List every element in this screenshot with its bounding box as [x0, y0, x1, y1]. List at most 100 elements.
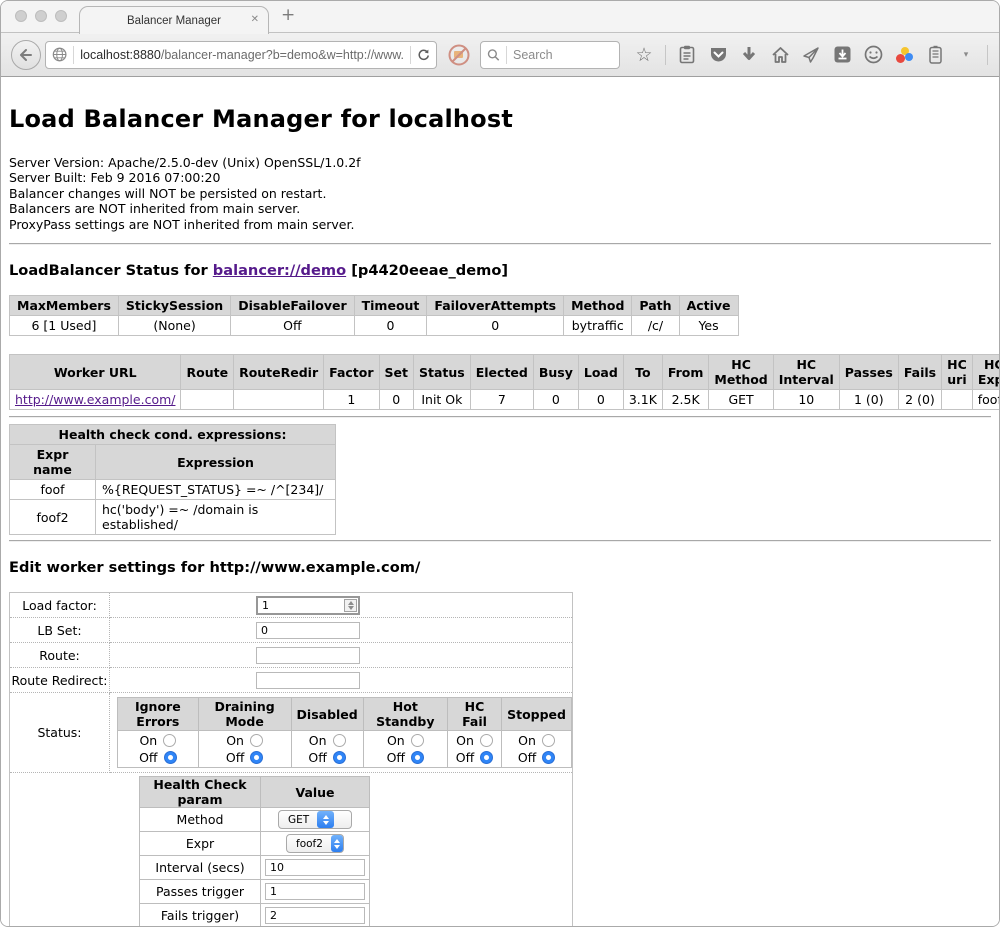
col-health-check-param: Health Check param: [140, 777, 261, 808]
off-label: Off: [518, 750, 536, 765]
passes-input[interactable]: [265, 883, 365, 900]
status-draining-mode-on-radio[interactable]: [250, 734, 263, 747]
interval-input[interactable]: [265, 859, 365, 876]
hc-row-fails: Fails trigger): [140, 904, 370, 927]
status-table: Ignore Errors Draining Mode Disabled Hot…: [117, 697, 572, 768]
battery-icon[interactable]: [925, 44, 945, 66]
method-label: Method: [140, 808, 261, 832]
status-header-row: Ignore Errors Draining Mode Disabled Hot…: [118, 698, 572, 731]
status-ignore-errors-off-radio[interactable]: [164, 751, 177, 764]
url-path: /balancer-manager?b=demo&w=http://www.ex…: [161, 48, 404, 62]
cell-active: Yes: [679, 316, 738, 336]
on-label: On: [226, 733, 244, 748]
expr-cell: foof2: [261, 832, 370, 856]
status-hot-standby-on-radio[interactable]: [411, 734, 424, 747]
url-input[interactable]: localhost:8880/balancer-manager?b=demo&w…: [80, 48, 403, 62]
hc-row-interval: Interval (secs): [140, 856, 370, 880]
minimize-window-button[interactable]: [35, 10, 47, 22]
server-info: Server Version: Apache/2.5.0-dev (Unix) …: [9, 155, 991, 232]
lb-set-cell: [110, 618, 573, 643]
fails-input[interactable]: [265, 907, 365, 924]
status-ignore-errors-on-radio[interactable]: [163, 734, 176, 747]
cell-method: bytraffic: [564, 316, 632, 336]
hc-header-row: Health Check param Value: [140, 777, 370, 808]
method-select[interactable]: GET: [278, 810, 352, 829]
col-value: Value: [261, 777, 370, 808]
worker-url-link[interactable]: http://www.example.com/: [15, 392, 175, 407]
content-blocker-button[interactable]: [447, 43, 471, 67]
fails-label: Fails trigger): [140, 904, 261, 927]
cell-expr-name: foof2: [10, 500, 96, 535]
col-hc-interval: HC Interval: [773, 355, 839, 390]
search-bar[interactable]: [480, 41, 620, 69]
section-divider: [9, 416, 991, 418]
off-label: Off: [226, 750, 244, 765]
back-button[interactable]: [11, 40, 41, 70]
route-redirect-cell: [110, 668, 573, 693]
status-stopped-off-radio[interactable]: [542, 751, 555, 764]
col-status: Status: [414, 355, 471, 390]
send-plane-icon[interactable]: [801, 44, 821, 66]
status-hc-fail-off-radio[interactable]: [480, 751, 493, 764]
balancer-link[interactable]: balancer://demo: [213, 262, 346, 279]
status-disabled-off-radio[interactable]: [333, 751, 346, 764]
zoom-window-button[interactable]: [55, 10, 67, 22]
cell-hc-method: GET: [709, 390, 773, 410]
passes-cell: [261, 880, 370, 904]
feedback-smiley-icon[interactable]: [863, 44, 883, 66]
download-arrow-icon[interactable]: [739, 44, 759, 66]
cell-set: 0: [379, 390, 413, 410]
section-divider: [9, 243, 991, 245]
search-icon: [487, 48, 500, 62]
bookmark-star-icon[interactable]: ☆: [634, 44, 654, 66]
status-disabled-on-radio[interactable]: [333, 734, 346, 747]
search-input[interactable]: [513, 48, 613, 62]
on-label: On: [139, 733, 157, 748]
status-stopped-on-radio[interactable]: [542, 734, 555, 747]
cell-timeout: 0: [354, 316, 427, 336]
status-label: Status:: [10, 693, 110, 773]
col-stickysession: StickySession: [118, 296, 230, 316]
number-spinner-icon[interactable]: [344, 599, 357, 612]
expr-selected-value: foof2: [296, 838, 323, 850]
colored-dots-icon[interactable]: [894, 44, 914, 66]
route-redirect-input[interactable]: [256, 672, 360, 689]
expr-select[interactable]: foof2: [286, 834, 344, 853]
col-stopped: Stopped: [502, 698, 572, 731]
pocket-icon[interactable]: [708, 44, 728, 66]
cell-routeredir: [234, 390, 324, 410]
status-hc-fail-on-radio[interactable]: [480, 734, 493, 747]
cell-expr-name: foof: [10, 480, 96, 500]
status-cell: Ignore Errors Draining Mode Disabled Hot…: [110, 693, 573, 773]
table-title-row: Health check cond. expressions:: [10, 425, 336, 445]
url-bar[interactable]: localhost:8880/balancer-manager?b=demo&w…: [45, 41, 437, 69]
col-ignore-errors: Ignore Errors: [118, 698, 199, 731]
overflow-caret-icon[interactable]: ▾: [956, 44, 976, 66]
download-box-icon[interactable]: [832, 44, 852, 66]
clipboard-icon[interactable]: [677, 44, 697, 66]
page-content: Load Balancer Manager for localhost Serv…: [1, 77, 999, 927]
balancer-heading-suffix: [p4420eeae_demo]: [346, 262, 508, 279]
cell-failoverattempts: 0: [427, 316, 564, 336]
col-route: Route: [181, 355, 234, 390]
expr-label: Expr: [140, 832, 261, 856]
load-factor-label: Load factor:: [10, 593, 110, 618]
status-draining-mode-off-radio[interactable]: [250, 751, 263, 764]
col-busy: Busy: [533, 355, 578, 390]
tab-close-icon[interactable]: ✕: [251, 14, 259, 25]
reload-icon[interactable]: [417, 47, 430, 63]
load-factor-cell: [110, 593, 573, 618]
lb-set-input[interactable]: [256, 622, 360, 639]
select-arrows-icon: [331, 835, 343, 852]
route-input[interactable]: [256, 647, 360, 664]
status-hot-standby-off-radio[interactable]: [411, 751, 424, 764]
new-tab-button[interactable]: +: [281, 5, 295, 25]
cell-expression: %{REQUEST_STATUS} =~ /^[234]/: [96, 480, 336, 500]
home-icon[interactable]: [770, 44, 790, 66]
close-window-button[interactable]: [15, 10, 27, 22]
table-row: http://www.example.com/ 1 0 Init Ok 7 0 …: [10, 390, 1000, 410]
tab-balancer-manager[interactable]: Balancer Manager ✕: [79, 6, 269, 34]
balancer-status-table: MaxMembers StickySession DisableFailover…: [9, 295, 739, 336]
back-icon: [19, 49, 33, 61]
passes-label: Passes trigger: [140, 880, 261, 904]
